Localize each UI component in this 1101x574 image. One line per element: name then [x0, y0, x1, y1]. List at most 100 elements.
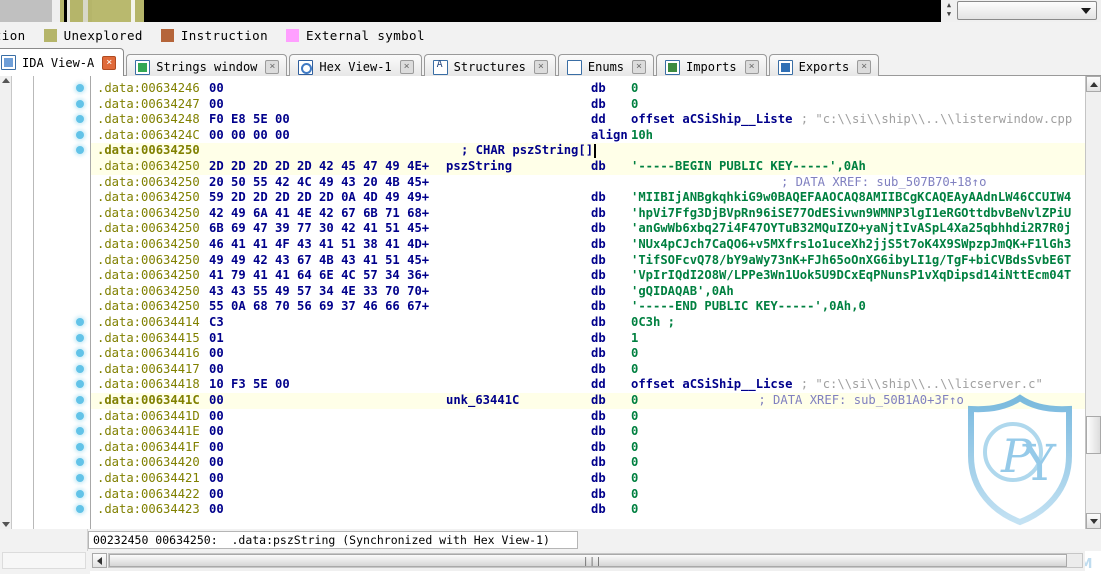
row-operand[interactable]: 0: [631, 409, 638, 425]
disassembly-row[interactable]: .data:00634416 00 db 0: [91, 346, 1085, 362]
disassembly-row[interactable]: .data:00634250 41 79 41 41 64 6E 4C 57 34…: [91, 268, 1085, 284]
row-operand[interactable]: offset aCSiShip__Licse: [631, 377, 792, 393]
disassembly-row[interactable]: .data:0063441D 00 db 0: [91, 409, 1085, 425]
breakpoint-dot-icon[interactable]: [76, 411, 84, 420]
breakpoint-dot-icon[interactable]: [76, 427, 84, 436]
row-operand[interactable]: 'VpIrIQdI2O8W/LPPe3Wn1Uok5U9DCxEqPNunsP1…: [631, 268, 1071, 284]
row-symbol-name[interactable]: unk_63441C: [446, 393, 519, 409]
row-operand[interactable]: 'gQIDAQAB',0Ah: [631, 284, 734, 300]
disassembly-row[interactable]: .data:00634250 49 49 42 43 67 4B 43 41 51…: [91, 253, 1085, 269]
disassembly-listing[interactable]: .data:00634246 00 db 0 .data:00634247 00 db 0 .d…: [90, 76, 1085, 529]
disassembly-row[interactable]: .data:00634421 00 db 0: [91, 471, 1085, 487]
disassembly-row[interactable]: .data:0063441F 00 db 0: [91, 440, 1085, 456]
disassembly-row[interactable]: .data:0063441E 00 db 0: [91, 424, 1085, 440]
close-icon[interactable]: ×: [744, 60, 759, 74]
disassembly-vertical-scrollbar[interactable]: [1085, 76, 1101, 529]
breakpoint-dot-icon[interactable]: [76, 505, 84, 514]
row-operand[interactable]: 0: [631, 440, 638, 456]
pane-left-gutter[interactable]: [0, 76, 12, 529]
row-operand[interactable]: 1: [631, 331, 638, 347]
row-operand[interactable]: 0: [631, 97, 638, 113]
vscroll-down-button[interactable]: [1086, 513, 1101, 529]
row-operand[interactable]: offset aCSiShip__Liste: [631, 112, 792, 128]
close-icon[interactable]: ×: [632, 60, 647, 74]
navigator-band[interactable]: [0, 0, 941, 22]
row-operand[interactable]: 10h: [631, 128, 653, 144]
scroll-up-icon[interactable]: [2, 78, 10, 83]
breakpoint-dot-icon[interactable]: [76, 99, 84, 108]
row-operand[interactable]: 0: [631, 81, 638, 97]
disassembly-row[interactable]: .data:00634418 10 F3 5E 00 dd offset aCSiSh…: [91, 377, 1085, 393]
nav-zoom-arrows-icon[interactable]: ▲ ▼: [943, 1, 955, 21]
disassembly-row[interactable]: .data:00634250 43 43 55 49 57 34 4E 33 70…: [91, 284, 1085, 300]
disassembly-row[interactable]: .data:00634248 F0 E8 5E 00 dd offset aCSiSh…: [91, 112, 1085, 128]
disassembly-row[interactable]: .data:00634247 00 db 0: [91, 97, 1085, 113]
row-operand[interactable]: 0: [631, 455, 638, 471]
scroll-down-icon[interactable]: [2, 522, 10, 527]
row-operand[interactable]: 'NUx4pCJch7CaQO6+v5MXfrs1o1uceXh2jjS5t7o…: [631, 237, 1071, 253]
disassembly-row[interactable]: .data:00634250 55 0A 68 70 56 69 37 46 66…: [91, 299, 1085, 315]
row-operand[interactable]: 0: [631, 346, 638, 362]
row-operand[interactable]: 0C3h ;: [631, 315, 675, 331]
row-operand[interactable]: 'TifSOFcvQ78/bY9aWy73nK+FJh65oOnXG6ibyLI…: [631, 253, 1071, 269]
disassembly-row[interactable]: .data:00634250 2D 2D 2D 2D 2D 42 45 47 49…: [91, 159, 1085, 175]
disassembly-row[interactable]: .data:0063441C 00 unk_63441C db 0 ; DATA XREF…: [91, 393, 1085, 409]
row-operand[interactable]: 'hpVi7Ffg3DjBVpRn96iSE77OdESivwn9WMNP3lg…: [631, 206, 1071, 222]
close-icon[interactable]: ×: [265, 60, 280, 74]
disassembly-row[interactable]: .data:00634250 6B 69 47 39 77 30 42 41 51…: [91, 221, 1085, 237]
breakpoint-dot-icon[interactable]: [76, 474, 84, 482]
breakpoint-dot-icon[interactable]: [76, 349, 84, 358]
row-operand[interactable]: 0: [631, 424, 638, 440]
disassembly-horizontal-scrollbar[interactable]: |||: [90, 551, 1085, 571]
row-operand[interactable]: 0: [631, 362, 638, 378]
row-symbol-name[interactable]: pszString: [446, 159, 512, 175]
row-xref[interactable]: ; DATA XREF: sub_50B1A0+3F↑o: [758, 393, 963, 409]
breakpoint-dot-icon[interactable]: [76, 115, 84, 124]
disassembly-row[interactable]: .data:00634250 46 41 41 4F 43 41 51 38 41…: [91, 237, 1085, 253]
row-operand[interactable]: 0: [631, 487, 638, 503]
breakpoint-dot-icon[interactable]: [76, 318, 84, 326]
vscroll-up-button[interactable]: [1086, 76, 1101, 92]
disassembly-row[interactable]: .data:00634422 00 db 0: [91, 487, 1085, 503]
breakpoint-dot-icon[interactable]: [76, 442, 84, 451]
disassembly-row[interactable]: .data:00634250 59 2D 2D 2D 2D 2D 0A 4D 49…: [91, 190, 1085, 206]
disassembly-row[interactable]: .data:0063424C 00 00 00 00 align 10h: [91, 128, 1085, 144]
breakpoint-dot-icon[interactable]: [76, 333, 84, 342]
breakpoint-dot-icon[interactable]: [76, 146, 84, 155]
disassembly-row[interactable]: .data:00634414 C3 db 0C3h ;: [91, 315, 1085, 331]
vscroll-thumb[interactable]: [1086, 416, 1101, 454]
disassembly-row[interactable]: .data:00634246 00 db 0: [91, 81, 1085, 97]
row-operand[interactable]: 'MIIBIjANBgkqhkiG9w0BAQEFAAOCAQ8AMIIBCgK…: [631, 190, 1071, 206]
breakpoint-dot-icon[interactable]: [76, 380, 84, 389]
disassembly-row[interactable]: .data:00634250 20 50 55 42 4C 49 43 20 4B…: [91, 175, 1085, 191]
breakpoint-dot-icon[interactable]: [76, 364, 84, 373]
hscroll-track[interactable]: |||: [108, 553, 1083, 568]
row-operand[interactable]: 'anGwWb6xbq27i4F47OYTuB32MQuIZO+yaNjtIvA…: [631, 221, 1071, 237]
close-icon[interactable]: ×: [857, 60, 872, 74]
disassembly-row[interactable]: .data:00634420 00 db 0: [91, 455, 1085, 471]
tab-ida-view-a[interactable]: IDA View-A ×: [0, 48, 125, 76]
row-operand[interactable]: 0: [631, 502, 638, 518]
hscroll-thumb[interactable]: |||: [109, 554, 1067, 567]
close-icon[interactable]: ×: [102, 55, 117, 70]
row-operand[interactable]: 0: [631, 471, 638, 487]
close-icon[interactable]: ×: [533, 60, 548, 74]
breakpoint-dot-icon[interactable]: [76, 130, 84, 139]
disassembly-row[interactable]: .data:00634250 ; CHAR pszString[]: [91, 143, 1085, 159]
row-xref[interactable]: ; DATA XREF: sub_507B70+18↑o: [781, 175, 986, 191]
disassembly-row[interactable]: .data:00634250 42 49 6A 41 4E 42 67 6B 71…: [91, 206, 1085, 222]
breakpoint-dot-icon[interactable]: [76, 84, 84, 92]
close-icon[interactable]: ×: [399, 60, 414, 74]
row-operand[interactable]: '-----BEGIN PUBLIC KEY-----',0Ah: [631, 159, 866, 175]
disassembly-row[interactable]: .data:00634423 00 db 0: [91, 502, 1085, 518]
breakpoint-dot-icon[interactable]: [76, 396, 84, 404]
disassembly-row[interactable]: .data:00634415 01 db 1: [91, 331, 1085, 347]
navigator-combo[interactable]: [957, 1, 1097, 20]
breakpoint-dot-icon[interactable]: [76, 489, 84, 498]
row-operand[interactable]: '-----END PUBLIC KEY-----',0Ah,0: [631, 299, 866, 315]
hscroll-left-button[interactable]: [92, 553, 107, 568]
disassembly-row[interactable]: .data:00634417 00 db 0: [91, 362, 1085, 378]
row-operand[interactable]: 0: [631, 393, 638, 409]
breakpoint-dot-icon[interactable]: [76, 458, 84, 467]
breakpoint-dot-column[interactable]: [74, 76, 90, 529]
